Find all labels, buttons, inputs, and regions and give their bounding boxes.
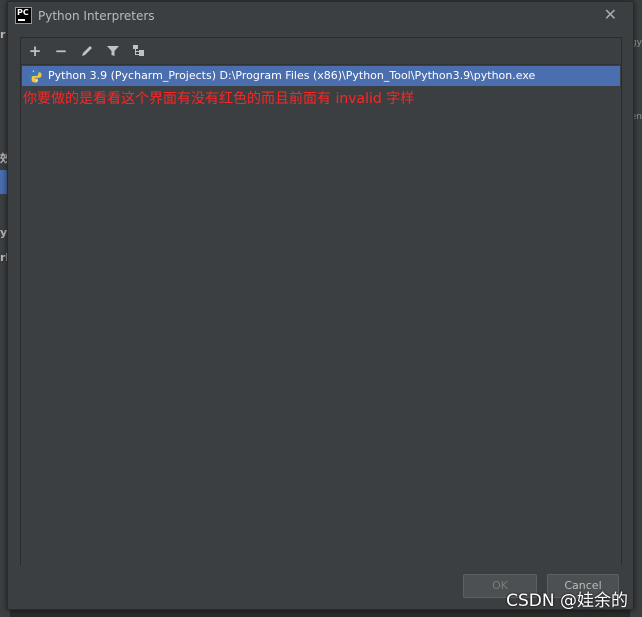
interpreter-entry-text: Python 3.9 (Pycharm_Projects) D:\Program… — [48, 66, 535, 86]
python-icon — [28, 69, 42, 83]
dialog-titlebar[interactable]: PC Python Interpreters ✕ — [8, 2, 633, 32]
interpreters-list[interactable]: Python 3.9 (Pycharm_Projects) D:\Program… — [21, 64, 621, 565]
pencil-icon — [82, 46, 92, 56]
edit-pencil-icon[interactable] — [77, 41, 97, 61]
background-text-fragment: r — [0, 28, 6, 41]
csdn-watermark: CSDN @娃余的 — [506, 591, 628, 611]
dialog-title: Python Interpreters — [38, 9, 155, 23]
funnel-icon — [107, 46, 119, 56]
pycharm-app-icon: PC — [15, 7, 32, 24]
interpreter-row[interactable]: Python 3.9 (Pycharm_Projects) D:\Program… — [22, 66, 620, 86]
add-icon[interactable]: + — [25, 41, 45, 61]
interpreters-panel: + − Python 3.9 (Pycharm_Projects) D:\Pro… — [20, 37, 622, 565]
interpreters-toolbar: + − — [21, 38, 621, 64]
remove-icon[interactable]: − — [51, 41, 71, 61]
show-paths-tree-icon[interactable] — [129, 41, 149, 61]
app-icon-label: PC — [17, 8, 29, 17]
interpreter-path: D:\Program Files (x86)\Python_Tool\Pytho… — [219, 69, 536, 82]
tree-icon — [133, 45, 144, 56]
app-icon-bar — [18, 19, 25, 21]
red-annotation-text: 你要做的是看看这个界面有没有红色的而且前面有 invalid 字样 — [23, 91, 415, 107]
filter-icon[interactable] — [103, 41, 123, 61]
interpreter-name: Python 3.9 (Pycharm_Projects) — [48, 69, 217, 82]
python-interpreters-dialog: PC Python Interpreters ✕ + − Python 3.9 … — [7, 1, 634, 610]
close-icon[interactable]: ✕ — [604, 6, 617, 24]
